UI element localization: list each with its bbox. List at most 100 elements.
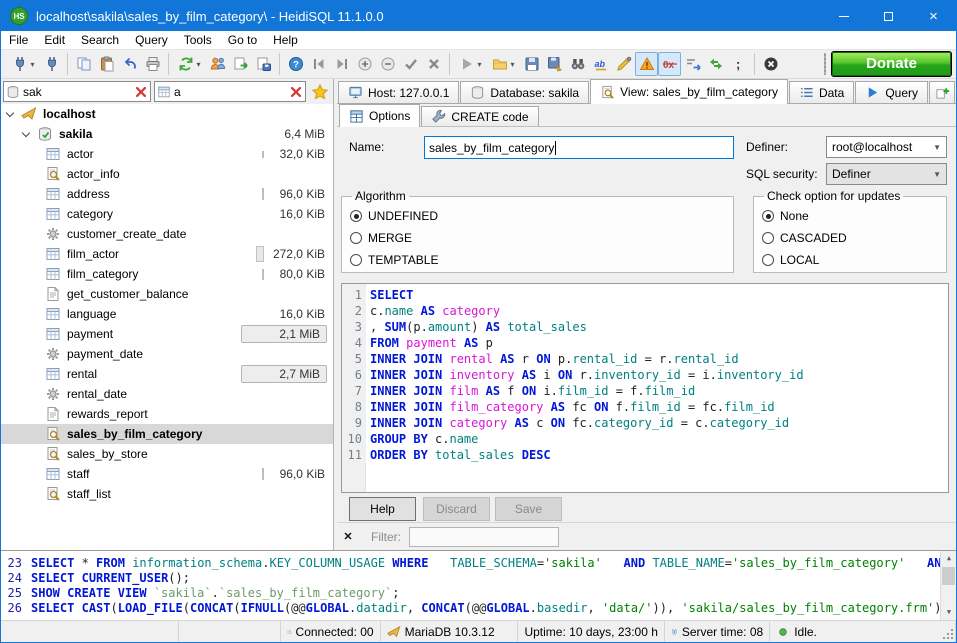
tree-row[interactable]: rental_date xyxy=(1,384,333,404)
algorithm-radio-option[interactable]: MERGE xyxy=(350,227,725,249)
tree-row[interactable]: customer_create_date xyxy=(1,224,333,244)
database-filter-input[interactable]: sak xyxy=(3,81,151,102)
close-filter-button[interactable]: ✕ xyxy=(337,530,359,543)
scroll-down-icon[interactable]: ▼ xyxy=(941,605,956,620)
help-toolbar-button[interactable] xyxy=(284,52,307,76)
disconnect-button[interactable] xyxy=(40,52,63,76)
print-button[interactable] xyxy=(141,52,164,76)
main-tab[interactable]: Database: sakila xyxy=(460,81,589,103)
menu-item[interactable]: Query xyxy=(127,31,176,50)
tree-row[interactable]: staff_list xyxy=(1,484,333,504)
tree-row[interactable]: sales_by_film_category xyxy=(1,424,333,444)
check-option-radio[interactable]: LOCAL xyxy=(762,249,938,271)
tree-row[interactable]: language 16,0 KiB xyxy=(1,304,333,324)
check-option-radio[interactable]: None xyxy=(762,205,938,227)
refresh-button[interactable] xyxy=(173,52,206,76)
first-record-button[interactable] xyxy=(307,52,330,76)
help-button[interactable]: Help xyxy=(349,497,416,521)
reconnect-button[interactable] xyxy=(704,52,727,76)
menu-item[interactable]: Search xyxy=(73,31,127,50)
delimiter-button[interactable] xyxy=(727,52,750,76)
menu-item[interactable]: Help xyxy=(265,31,306,50)
algorithm-radio-option[interactable]: TEMPTABLE xyxy=(350,249,725,271)
save-blob-button[interactable] xyxy=(252,52,275,76)
tree-row[interactable]: film_category 80,0 KiB xyxy=(1,264,333,284)
save-button[interactable]: Save xyxy=(495,497,562,521)
clear-database-filter-icon[interactable] xyxy=(134,85,148,99)
tree-row[interactable]: rewards_report xyxy=(1,404,333,424)
definer-combobox[interactable]: root@localhost ▼ xyxy=(826,136,947,158)
close-button[interactable]: × xyxy=(911,1,956,31)
tree-row[interactable]: sales_by_store xyxy=(1,444,333,464)
find-button[interactable] xyxy=(566,52,589,76)
reformat-sql-button[interactable] xyxy=(612,52,635,76)
tree-row[interactable]: actor 32,0 KiB xyxy=(1,144,333,164)
expand-chevron-icon[interactable] xyxy=(22,128,30,136)
favorites-button[interactable] xyxy=(309,81,331,102)
scroll-up-icon[interactable]: ▲ xyxy=(941,551,956,566)
save-sql-button[interactable] xyxy=(520,52,543,76)
title-bar[interactable]: HS localhost\sakila\sales_by_film_catego… xyxy=(1,1,956,31)
tree-row[interactable]: sakila 6,4 MiB xyxy=(1,124,333,144)
donate-button[interactable]: Donate xyxy=(832,52,951,76)
sql-log-panel[interactable]: 23 SELECT * FROM information_schema.KEY_… xyxy=(1,550,956,620)
main-tab[interactable]: Data xyxy=(789,81,854,103)
user-manager-button[interactable] xyxy=(206,52,229,76)
insert-record-button[interactable] xyxy=(353,52,376,76)
main-tab[interactable]: View: sales_by_film_category xyxy=(590,79,788,104)
sql-security-dropdown[interactable]: Definer ▼ xyxy=(826,163,947,185)
new-query-tab-button[interactable] xyxy=(929,81,955,103)
tree-row[interactable]: get_customer_balance xyxy=(1,284,333,304)
tree-row[interactable]: address 96,0 KiB xyxy=(1,184,333,204)
export-database-button[interactable] xyxy=(229,52,252,76)
minimize-button[interactable] xyxy=(821,1,866,31)
tree-row[interactable]: staff 96,0 KiB xyxy=(1,464,333,484)
last-record-button[interactable] xyxy=(330,52,353,76)
session-manager-button[interactable] xyxy=(7,52,40,76)
maximize-button[interactable] xyxy=(866,1,911,31)
table-filter-input[interactable]: a xyxy=(154,81,306,102)
tree-row[interactable]: category 16,0 KiB xyxy=(1,204,333,224)
post-changes-button[interactable] xyxy=(399,52,422,76)
expand-chevron-icon[interactable] xyxy=(6,108,14,116)
replace-button[interactable] xyxy=(589,52,612,76)
select-code-editor[interactable]: 1 SELECT 2 c.name AS category 3 , xyxy=(341,283,949,493)
sub-tab[interactable]: CREATE code xyxy=(421,106,538,126)
cancel-editing-button[interactable] xyxy=(422,52,445,76)
tree-row[interactable]: payment 2,1 MiB xyxy=(1,324,333,344)
database-tree[interactable]: localhost sakila 6,4 MiB xyxy=(1,104,333,550)
algorithm-radio-option[interactable]: UNDEFINED xyxy=(350,205,725,227)
run-query-button[interactable] xyxy=(454,52,487,76)
paste-button[interactable] xyxy=(95,52,118,76)
tree-row[interactable]: film_actor 272,0 KiB xyxy=(1,244,333,264)
main-tab[interactable]: Query xyxy=(855,81,928,103)
view-name-input[interactable]: sales_by_film_category xyxy=(424,136,734,159)
filter-input[interactable] xyxy=(409,527,559,547)
explain-button[interactable] xyxy=(681,52,704,76)
log-scrollbar[interactable]: ▲ ▼ xyxy=(940,551,956,620)
status-segment-icon xyxy=(671,625,678,639)
discard-button[interactable]: Discard xyxy=(423,497,490,521)
check-option-radio[interactable]: CASCADED xyxy=(762,227,938,249)
menu-item[interactable]: Go to xyxy=(220,31,265,50)
menu-item[interactable]: Tools xyxy=(176,31,220,50)
copy-button[interactable] xyxy=(72,52,95,76)
stop-button[interactable] xyxy=(759,52,782,76)
toggle-warnings-button[interactable] xyxy=(635,52,658,76)
resize-grip[interactable] xyxy=(951,637,953,639)
tree-row[interactable]: payment_date xyxy=(1,344,333,364)
tree-row[interactable]: actor_info xyxy=(1,164,333,184)
sub-tab[interactable]: Options xyxy=(339,104,420,127)
scrollbar-thumb[interactable] xyxy=(942,567,955,585)
menu-item[interactable]: File xyxy=(1,31,36,50)
open-sql-file-button[interactable] xyxy=(487,52,520,76)
menu-item[interactable]: Edit xyxy=(36,31,73,50)
toggle-hex-button[interactable] xyxy=(658,52,681,76)
delete-record-button[interactable] xyxy=(376,52,399,76)
main-tab[interactable]: Host: 127.0.0.1 xyxy=(338,81,459,103)
clear-table-filter-icon[interactable] xyxy=(289,85,303,99)
tree-row[interactable]: rental 2,7 MiB xyxy=(1,364,333,384)
undo-button[interactable] xyxy=(118,52,141,76)
tree-row[interactable]: localhost xyxy=(1,104,333,124)
save-sql-as-button[interactable] xyxy=(543,52,566,76)
